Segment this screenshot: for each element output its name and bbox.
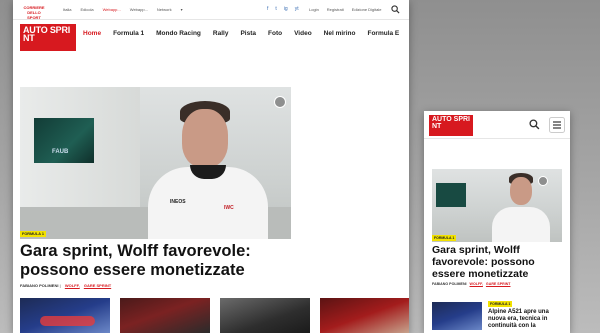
twitter-icon[interactable]: t (275, 6, 276, 12)
corriere-logo[interactable]: CORRIERE DELLO SPORT (20, 5, 48, 20)
nav-item-foto[interactable]: Foto (268, 30, 282, 37)
hero-person-face (510, 177, 532, 205)
top-link-webapp-2[interactable]: Webapp... (130, 7, 148, 12)
hero-sponsor-1: INEOS (170, 199, 186, 205)
related-thumbnail[interactable] (432, 302, 482, 330)
related-thumbnail[interactable] (320, 298, 409, 333)
nav-items: Home Formula 1 Mondo Racing Rally Pista … (83, 30, 399, 37)
hero-tv-screen (34, 118, 94, 163)
digital-edition-link[interactable]: Edizione Digitale (352, 7, 382, 12)
hero-person-face (182, 109, 228, 167)
top-link-webapp-1[interactable]: Webapp... (103, 7, 121, 12)
login-link[interactable]: Login (309, 7, 319, 12)
category-tag[interactable]: FORMULA 1 (488, 301, 513, 307)
related-thumbnail[interactable] (220, 298, 310, 333)
social-links: f t ig yt (267, 6, 299, 12)
nav-item-formula-e[interactable]: Formula E (367, 30, 399, 37)
article-author[interactable]: FABIANO POLIMENI (20, 283, 58, 288)
related-thumbnail[interactable] (120, 298, 210, 333)
mobile-mockup: AUTO SPRI NT FORMULA 1 Gara sprint, Wolf… (424, 111, 570, 333)
facebook-icon[interactable]: f (267, 6, 268, 12)
nav-item-mondo-racing[interactable]: Mondo Racing (156, 30, 201, 37)
article-byline: FABIANO POLIMENI WOLFF, GARE SPRINT (432, 282, 510, 286)
hero-tv-screen (436, 183, 466, 207)
desktop-mockup: CORRIERE DELLO SPORT Italia Edicola Weba… (13, 0, 409, 333)
nav-item-pista[interactable]: Pista (240, 30, 256, 37)
hero-screen-text: FAUB (52, 149, 69, 155)
hero-image[interactable]: FAUB INEOS IWC (20, 87, 291, 239)
top-links: Italia Edicola Webapp... Webapp... Netwo… (63, 7, 183, 12)
register-link[interactable]: Registrati (327, 7, 344, 12)
related-article-title[interactable]: Alpine A521 apre una nuova era, tecnica … (488, 309, 566, 330)
mobile-hero-image[interactable] (432, 169, 562, 242)
nav-item-formula-1[interactable]: Formula 1 (113, 30, 144, 37)
mobile-header: AUTO SPRI NT (424, 111, 570, 139)
article-author[interactable]: FABIANO POLIMENI (432, 282, 467, 286)
search-icon[interactable] (391, 5, 400, 14)
chevron-down-icon: ▾ (180, 7, 183, 12)
article-tag-wolff[interactable]: WOLFF, (470, 282, 483, 286)
camera-icon (274, 96, 286, 108)
thumb-car (40, 316, 95, 326)
instagram-icon[interactable]: ig (284, 6, 288, 12)
autosprint-logo-mobile[interactable]: AUTO SPRI NT (429, 115, 473, 136)
account-links: Login Registrati Edizione Digitale (309, 7, 382, 12)
article-headline[interactable]: Gara sprint, Wolff favorevole: possono e… (20, 242, 320, 280)
byline-separator: | (59, 283, 62, 288)
youtube-icon[interactable]: yt (295, 6, 299, 12)
category-tag[interactable]: FORMULA 1 (20, 231, 47, 237)
related-thumbnails (20, 298, 409, 333)
nav-item-video[interactable]: Video (294, 30, 312, 37)
main-nav: AUTO SPRI NT Home Formula 1 Mondo Racing… (13, 20, 409, 51)
hero-sponsor-2: IWC (224, 205, 234, 211)
hero-person-shirt (492, 207, 550, 242)
search-icon[interactable] (529, 119, 540, 130)
top-link-network[interactable]: Network (157, 7, 172, 12)
article-headline[interactable]: Gara sprint, Wolff favorevole: possono e… (432, 244, 564, 280)
nav-item-rally[interactable]: Rally (213, 30, 229, 37)
top-utility-bar: CORRIERE DELLO SPORT Italia Edicola Weba… (13, 0, 409, 20)
article-tag-gare-sprint[interactable]: GARE SPRINT (84, 283, 111, 288)
top-link-italia[interactable]: Italia (63, 7, 71, 12)
nav-item-nel-mirino[interactable]: Nel mirino (324, 30, 356, 37)
top-link-edicola[interactable]: Edicola (80, 7, 93, 12)
related-thumbnail[interactable] (20, 298, 110, 333)
article-tag-gare-sprint[interactable]: GARE SPRINT (486, 282, 511, 286)
article-tag-wolff[interactable]: WOLFF, (65, 283, 80, 288)
nav-item-home[interactable]: Home (83, 30, 101, 37)
article-byline: FABIANO POLIMENI | WOLFF, GARE SPRINT (20, 283, 111, 288)
category-tag[interactable]: FORMULA 1 (432, 235, 457, 241)
camera-icon (538, 176, 548, 186)
autosprint-logo[interactable]: AUTO SPRI NT (20, 24, 76, 51)
hamburger-menu-icon[interactable] (549, 117, 565, 133)
